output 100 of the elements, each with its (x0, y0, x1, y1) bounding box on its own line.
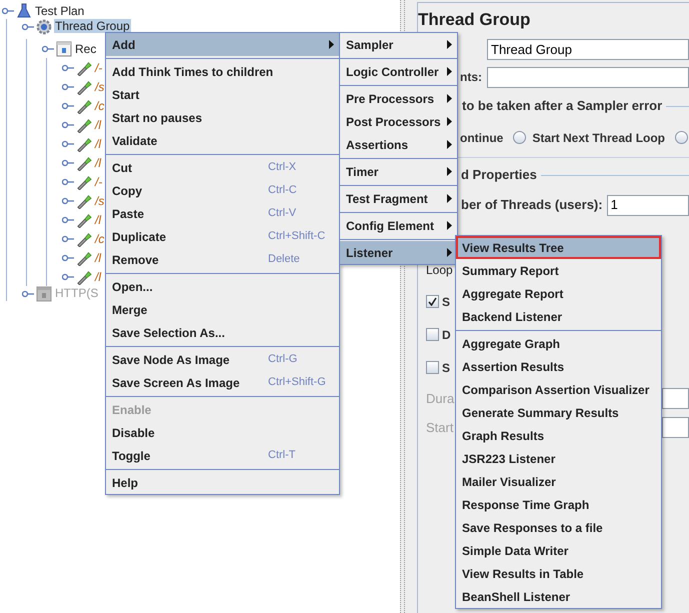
menu-item[interactable]: Add Think Times to children (106, 60, 339, 83)
tree-item[interactable]: /l (94, 270, 102, 284)
tree-item[interactable]: Test Plan (34, 4, 86, 18)
tree-item[interactable]: /- (94, 174, 104, 188)
menu-item[interactable]: Save Screen As Image Ctrl+Shift-G (106, 371, 339, 394)
tree-item[interactable]: /l (94, 118, 102, 132)
menu-item[interactable]: Graph Results (456, 424, 661, 447)
tree-item[interactable]: /- (94, 60, 104, 74)
menu-item[interactable]: Disable (106, 421, 339, 444)
checkbox[interactable] (426, 361, 439, 374)
menu-item[interactable]: Save Node As Image Ctrl-G (106, 348, 339, 371)
threads-field[interactable]: 1 (606, 194, 689, 216)
tree-item[interactable]: Rec (74, 42, 98, 56)
tree-handle-icon[interactable] (42, 44, 54, 54)
menu-item[interactable]: Assertions (340, 133, 457, 156)
submenu-arrow-icon (447, 194, 452, 203)
menu-item[interactable]: View Results in Table (456, 562, 661, 585)
checkbox-label: S (442, 294, 450, 310)
tree-handle-icon[interactable] (62, 82, 74, 92)
menu-item[interactable]: Aggregate Report (456, 282, 661, 305)
menu-item[interactable]: Listener (340, 241, 457, 264)
menu-item[interactable]: Simple Data Writer (456, 539, 661, 562)
menu-item[interactable]: Aggregate Graph (456, 332, 661, 355)
tree-handle-icon[interactable] (62, 62, 74, 72)
dropper-icon (76, 78, 92, 94)
tree-handle-icon[interactable] (62, 100, 74, 110)
radio-button[interactable] (513, 131, 526, 144)
menu-item[interactable]: Generate Summary Results (456, 401, 661, 424)
menu-item[interactable]: JSR223 Listener (456, 447, 661, 470)
name-field[interactable]: Thread Group (487, 39, 689, 60)
tree-handle-icon[interactable] (62, 234, 74, 244)
tree-handle-icon[interactable] (2, 6, 14, 16)
tree-handle-icon[interactable] (62, 138, 74, 148)
menu-item[interactable]: Assertion Results (456, 355, 661, 378)
tree-item[interactable]: /l (94, 156, 102, 170)
flask-icon (16, 2, 32, 18)
dropper-icon (76, 268, 92, 284)
submenu-arrow-icon (447, 40, 452, 49)
menu-item[interactable]: Config Element (340, 214, 457, 237)
tree-item[interactable]: Thread Group (54, 19, 131, 33)
menu-item[interactable]: Post Processors (340, 110, 457, 133)
panel-title: Thread Group (418, 10, 530, 29)
tree-handle-icon[interactable] (62, 272, 74, 282)
tree-handle-icon[interactable] (62, 214, 74, 224)
menu-item[interactable]: Save Responses to a file (456, 516, 661, 539)
tree-handle-icon[interactable] (62, 196, 74, 206)
checkbox-label: S (442, 360, 450, 376)
tree-item[interactable]: /l (94, 212, 102, 226)
tree-handle-icon[interactable] (62, 252, 74, 262)
menu-item[interactable]: Comparison Assertion Visualizer (456, 378, 661, 401)
checkbox[interactable] (426, 295, 439, 308)
menu-item[interactable]: Add (106, 33, 339, 56)
menu-item[interactable]: Help (106, 471, 339, 494)
menu-item[interactable]: Sampler (340, 33, 457, 56)
menu-item[interactable]: BeanShell Listener (456, 585, 661, 608)
menu-item[interactable]: Remove Delete (106, 248, 339, 271)
menu-item[interactable]: Toggle Ctrl-T (106, 444, 339, 467)
submenu-arrow-icon (329, 40, 334, 49)
menu-item[interactable]: Merge (106, 298, 339, 321)
tree-item[interactable]: /c (94, 98, 106, 112)
tree-handle-icon[interactable] (62, 158, 74, 168)
menu-item[interactable]: Test Fragment (340, 187, 457, 210)
gear-icon (36, 19, 52, 35)
tree-item[interactable]: /s (94, 194, 106, 208)
menu-item[interactable]: Timer (340, 160, 457, 183)
shortcut-label: Ctrl-V (268, 206, 298, 222)
submenu-arrow-icon (447, 167, 452, 176)
checkbox[interactable] (426, 328, 439, 341)
menu-item[interactable]: Pre Processors (340, 87, 457, 110)
menu-item[interactable]: Backend Listener (456, 305, 661, 328)
checkbox-label: D (442, 326, 451, 344)
comments-field[interactable] (487, 66, 689, 88)
radio-label[interactable]: Start Next Thread Loop (532, 128, 666, 146)
menu-item[interactable]: View Results Tree (456, 236, 661, 259)
menu-item[interactable]: Save Selection As... (106, 321, 339, 344)
check-icon (428, 297, 437, 306)
tree-handle-icon[interactable] (62, 120, 74, 130)
menu-item[interactable]: Mailer Visualizer (456, 470, 661, 493)
tree-item[interactable]: /s (94, 80, 106, 94)
dropper-icon (76, 212, 92, 228)
radio-label: ontinue (460, 130, 504, 146)
tree-item[interactable]: /l (94, 250, 102, 264)
tree-item[interactable]: /c (94, 232, 106, 246)
menu-item[interactable]: Open... (106, 275, 339, 298)
radio-button[interactable] (675, 131, 688, 144)
menu-item[interactable]: Start (106, 83, 339, 106)
tree-handle-icon[interactable] (22, 22, 34, 32)
tree-handle-icon[interactable] (22, 289, 34, 299)
menu-item[interactable]: Start no pauses (106, 106, 339, 129)
tree-handle-icon[interactable] (62, 176, 74, 186)
submenu-arrow-icon (447, 221, 452, 230)
tree-item[interactable]: /l (94, 136, 102, 150)
menu-item[interactable]: Duplicate Ctrl+Shift-C (106, 225, 339, 248)
menu-item[interactable]: Logic Controller (340, 60, 457, 83)
menu-item[interactable]: Validate (106, 129, 339, 152)
menu-item[interactable]: Paste Ctrl-V (106, 202, 339, 225)
menu-item[interactable]: Copy Ctrl-C (106, 179, 339, 202)
menu-item[interactable]: Cut Ctrl-X (106, 156, 339, 179)
menu-item[interactable]: Summary Report (456, 259, 661, 282)
menu-item[interactable]: Response Time Graph (456, 493, 661, 516)
